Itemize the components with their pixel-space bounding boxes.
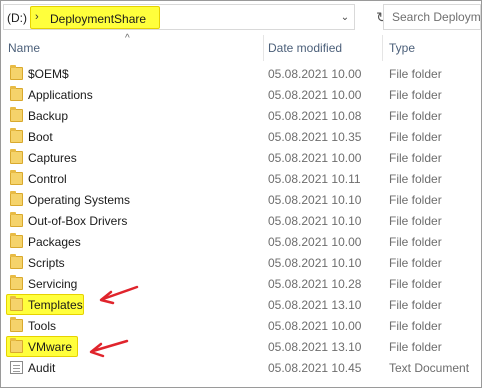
list-item[interactable]: Out-of-Box Drivers 05.08.2021 10.10 File… (1, 210, 481, 231)
text-document-icon (10, 361, 23, 374)
column-header-name[interactable]: Name (8, 41, 40, 55)
file-date: 05.08.2021 10.00 (268, 151, 362, 165)
list-item[interactable]: Packages 05.08.2021 10.00 File folder (1, 231, 481, 252)
column-divider[interactable] (382, 35, 383, 61)
folder-icon (10, 107, 23, 122)
sort-up-icon: ^ (125, 33, 130, 44)
file-date: 05.08.2021 10.28 (268, 277, 362, 291)
file-date: 05.08.2021 10.10 (268, 214, 362, 228)
file-type: File folder (389, 319, 442, 333)
file-date: 05.08.2021 10.08 (268, 109, 362, 123)
annotation-arrow-icon (89, 339, 129, 358)
search-box[interactable] (383, 4, 481, 30)
file-type: File folder (389, 214, 442, 228)
file-type: File folder (389, 151, 442, 165)
folder-icon (10, 128, 23, 143)
file-name: $OEM$ (28, 67, 69, 81)
file-name: Tools (28, 319, 57, 333)
file-name: Audit (28, 361, 56, 375)
folder-icon (10, 212, 23, 227)
file-date: 05.08.2021 10.45 (268, 361, 362, 375)
list-item[interactable]: Applications 05.08.2021 10.00 File folde… (1, 84, 481, 105)
list-item[interactable]: Captures 05.08.2021 10.00 File folder (1, 147, 481, 168)
file-date: 05.08.2021 10.10 (268, 193, 362, 207)
column-header-date-modified[interactable]: Date modified (268, 41, 342, 55)
breadcrumb-label: DeploymentShare (50, 12, 147, 26)
file-name: Backup (28, 109, 69, 123)
file-name: Out-of-Box Drivers (28, 214, 128, 228)
file-type: File folder (389, 277, 442, 291)
file-type: Text Document (389, 361, 470, 375)
list-item[interactable]: Audit 05.08.2021 10.45 Text Document (1, 357, 481, 378)
breadcrumb-deploymentshare[interactable]: › DeploymentShare (30, 6, 160, 29)
folder-icon (10, 233, 23, 248)
list-item[interactable]: Control 05.08.2021 10.11 File folder (1, 168, 481, 189)
drive-label[interactable]: (D:) (7, 11, 27, 25)
list-item[interactable]: Boot 05.08.2021 10.35 File folder (1, 126, 481, 147)
file-date: 05.08.2021 10.00 (268, 67, 362, 81)
address-box[interactable]: (D:) › DeploymentShare ⌄ (3, 4, 355, 30)
file-name: Templates (28, 298, 83, 312)
chevron-down-icon[interactable]: ⌄ (336, 9, 354, 27)
folder-icon (10, 317, 23, 332)
file-explorer-window: (D:) › DeploymentShare ⌄ ↻ ^ Name Date m… (0, 0, 482, 388)
list-item-highlighted[interactable]: VMware 05.08.2021 13.10 File folder (1, 336, 481, 357)
column-divider[interactable] (263, 35, 264, 61)
file-type: File folder (389, 298, 442, 312)
folder-icon (10, 338, 23, 353)
file-type: File folder (389, 67, 442, 81)
file-name: Packages (28, 235, 81, 249)
file-name: Captures (28, 151, 77, 165)
file-name: VMware (28, 340, 73, 354)
file-name: Operating Systems (28, 193, 131, 207)
file-type: File folder (389, 109, 442, 123)
folder-icon (10, 86, 23, 101)
file-name: Control (28, 172, 67, 186)
list-item[interactable]: Scripts 05.08.2021 10.10 File folder (1, 252, 481, 273)
file-name: Scripts (28, 256, 65, 270)
annotation-arrow-icon (99, 285, 139, 305)
file-date: 05.08.2021 10.00 (268, 235, 362, 249)
search-input[interactable] (384, 5, 480, 29)
list-item[interactable]: Backup 05.08.2021 10.08 File folder (1, 105, 481, 126)
folder-icon (10, 149, 23, 164)
column-header-row: ^ Name Date modified Type (1, 33, 481, 61)
folder-icon (10, 65, 23, 80)
folder-icon (10, 275, 23, 290)
file-type: File folder (389, 88, 442, 102)
list-item-highlighted[interactable]: Templates 05.08.2021 13.10 File folder (1, 294, 481, 315)
file-name: Applications (28, 88, 93, 102)
column-header-type[interactable]: Type (389, 41, 415, 55)
list-item[interactable]: Servicing 05.08.2021 10.28 File folder (1, 273, 481, 294)
list-item[interactable]: Operating Systems 05.08.2021 10.10 File … (1, 189, 481, 210)
file-type: File folder (389, 235, 442, 249)
list-item[interactable]: $OEM$ 05.08.2021 10.00 File folder (1, 63, 481, 84)
file-type: File folder (389, 193, 442, 207)
file-date: 05.08.2021 10.10 (268, 256, 362, 270)
file-date: 05.08.2021 10.11 (268, 172, 361, 186)
address-bar: (D:) › DeploymentShare ⌄ ↻ (1, 3, 481, 31)
file-type: File folder (389, 130, 442, 144)
file-date: 05.08.2021 10.00 (268, 88, 362, 102)
file-type: File folder (389, 172, 442, 186)
file-name: Boot (28, 130, 53, 144)
folder-icon (10, 170, 23, 185)
folder-icon (10, 191, 23, 206)
file-type: File folder (389, 256, 442, 270)
folder-icon (10, 296, 23, 311)
file-type: File folder (389, 340, 442, 354)
file-date: 05.08.2021 10.35 (268, 130, 362, 144)
file-date: 05.08.2021 13.10 (268, 298, 362, 312)
chevron-right-icon: › (35, 11, 39, 23)
folder-icon (10, 254, 23, 269)
list-item[interactable]: Tools 05.08.2021 10.00 File folder (1, 315, 481, 336)
file-date: 05.08.2021 13.10 (268, 340, 362, 354)
file-name: Servicing (28, 277, 78, 291)
file-date: 05.08.2021 10.00 (268, 319, 362, 333)
